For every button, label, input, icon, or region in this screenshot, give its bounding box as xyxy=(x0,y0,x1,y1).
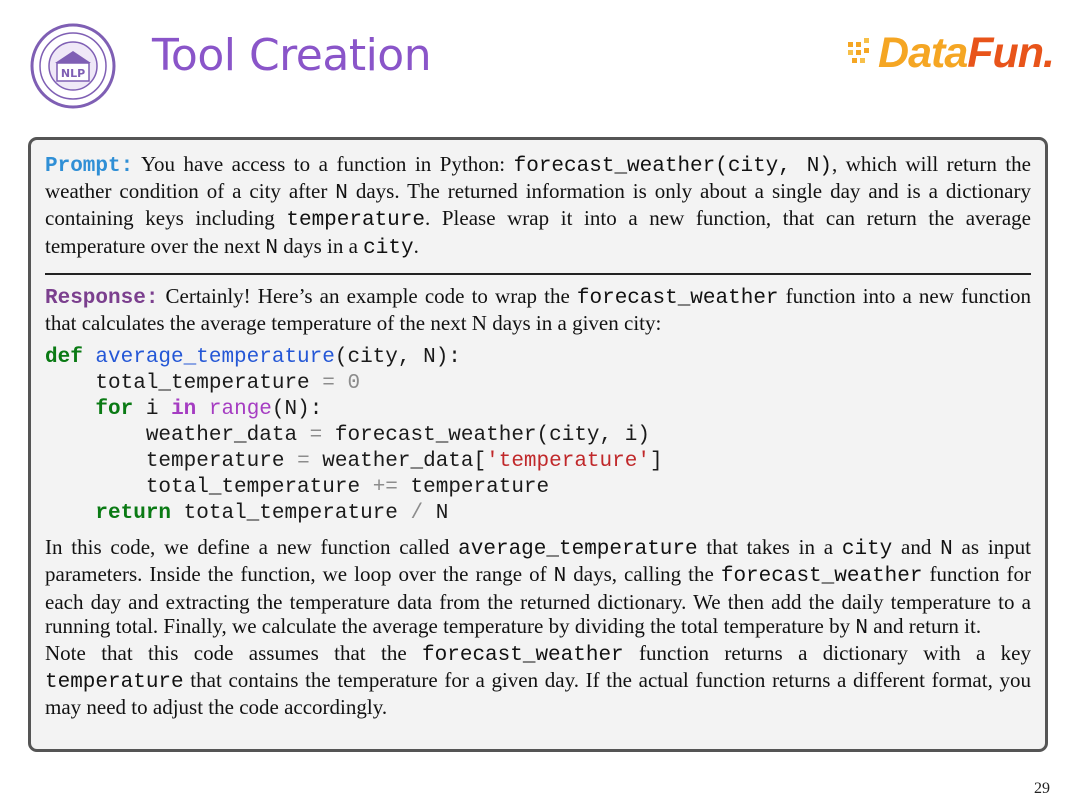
code-text: temperature xyxy=(410,476,550,500)
university-seal-logo: NLP xyxy=(30,23,116,109)
code-keyword: for xyxy=(95,398,134,422)
page-number: 29 xyxy=(1034,780,1050,797)
code-operator: = xyxy=(297,450,310,474)
code-text: forecast_weather(city, i) xyxy=(334,424,650,448)
code-text: temperature xyxy=(145,450,285,474)
inline-code: average_temperature xyxy=(458,538,698,562)
inline-code: city xyxy=(363,236,414,260)
code-text: weather_data xyxy=(145,424,298,448)
code-text: total_temperature xyxy=(145,476,361,500)
code-text: (city, N): xyxy=(334,346,461,370)
code-operator: = xyxy=(309,424,323,448)
response-paragraph: Response: Certainly! Here’s an example c… xyxy=(45,284,1031,335)
explanation-paragraph: In this code, we define a new function c… xyxy=(45,535,1031,641)
inline-code: N xyxy=(335,182,348,206)
code-text: i xyxy=(145,398,159,422)
code-number: 0 xyxy=(347,372,361,396)
code-text: N xyxy=(435,502,449,526)
response-text: Certainly! Here’s an example code to wra… xyxy=(165,283,577,308)
brand-part-fun: Fun. xyxy=(967,28,1055,77)
datafun-brand-logo: Data Fun. xyxy=(846,28,1055,78)
page-title: Tool Creation xyxy=(152,30,432,81)
inline-code: N xyxy=(553,565,567,589)
inline-code: forecast_weather(city, N) xyxy=(513,155,832,178)
inline-code: forecast_weather xyxy=(576,286,779,310)
note-text: Note that this code assumes that the xyxy=(45,641,423,666)
code-function-name: average_temperature xyxy=(95,346,335,370)
code-operator: += xyxy=(372,476,398,500)
code-text: total_temperature xyxy=(95,372,310,396)
prompt-paragraph: Prompt: You have access to a function in… xyxy=(45,152,1031,261)
explanation-text: and return it. xyxy=(867,613,982,638)
code-text: weather_data[ xyxy=(322,450,487,474)
code-string: 'temperature' xyxy=(486,450,650,474)
code-text: (N): xyxy=(271,398,323,422)
explanation-text: that takes in a xyxy=(697,535,842,560)
content-panel: Prompt: You have access to a function in… xyxy=(28,137,1048,752)
code-keyword: def xyxy=(45,346,83,370)
inline-code: N xyxy=(940,538,953,562)
inline-code: N xyxy=(855,616,868,640)
inline-code: city xyxy=(841,538,893,562)
inline-code: N xyxy=(265,236,279,260)
prompt-text: . xyxy=(413,233,419,258)
code-keyword: in xyxy=(171,398,197,422)
logo-text: NLP xyxy=(61,67,85,80)
inline-code: temperature xyxy=(286,209,425,233)
explanation-text: In this code, we define a new function c… xyxy=(45,535,459,560)
inline-code: forecast_weather xyxy=(720,565,923,589)
section-divider xyxy=(45,272,1031,275)
code-keyword: return xyxy=(95,502,172,526)
explanation-text: and xyxy=(892,535,941,560)
response-label: Response: xyxy=(45,286,159,310)
explanation-text: days, calling the xyxy=(566,562,721,587)
dots-icon xyxy=(848,38,870,63)
code-text: ] xyxy=(649,450,663,474)
inline-code: forecast_weather xyxy=(422,644,624,668)
brand-part-data: Data xyxy=(878,28,968,77)
inline-code: temperature xyxy=(45,671,184,695)
code-text: total_temperature xyxy=(183,502,398,526)
code-operator: = xyxy=(322,372,335,396)
code-builtin: range xyxy=(208,398,272,422)
prompt-text: days in a xyxy=(278,233,364,258)
code-block: def average_temperature(city, N): total_… xyxy=(45,345,1031,527)
note-text: function returns a dictionary with a key xyxy=(623,641,1031,666)
note-paragraph: Note that this code assumes that the for… xyxy=(45,641,1031,720)
prompt-label: Prompt: xyxy=(45,155,134,178)
code-operator: / xyxy=(410,502,424,526)
note-text: that contains the temperature for a give… xyxy=(45,668,1031,720)
prompt-text: You have access to a function in Python: xyxy=(140,152,514,176)
